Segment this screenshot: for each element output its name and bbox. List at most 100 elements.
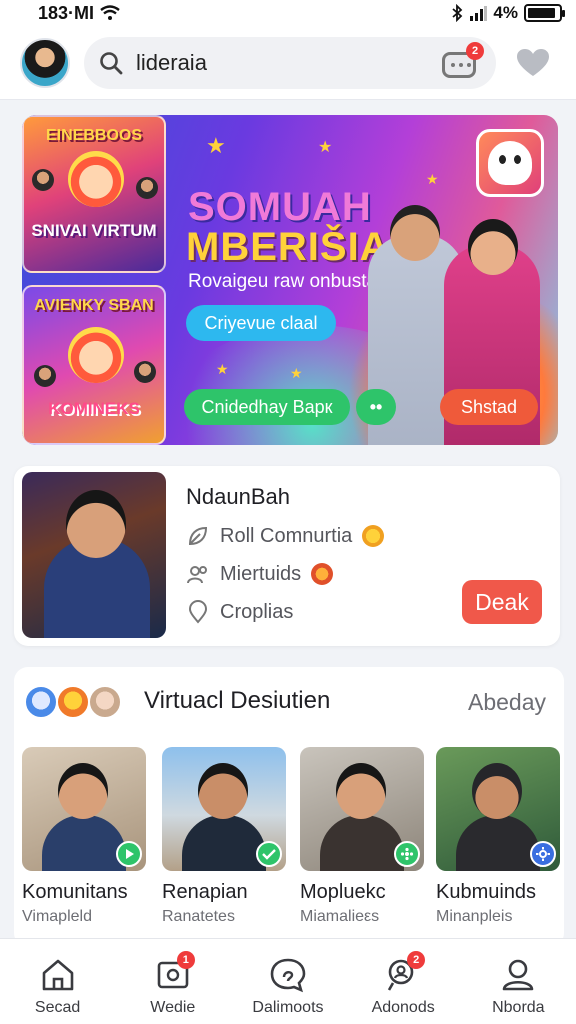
feature-row: Miertuids <box>186 562 334 586</box>
community-card[interactable]: Kubmuinds Minanpleis <box>436 747 560 926</box>
app-header: lideraia 2 <box>0 26 576 100</box>
bottom-nav: Secad 1 Wedie Dalimoots 2 Adonods Nborda <box>0 938 576 1024</box>
person-image <box>134 361 156 383</box>
face-image <box>66 490 126 558</box>
battery-fill <box>528 8 555 18</box>
promo-thumb-top[interactable]: EINEBBOOS SNIVAI VIRTUM <box>22 115 166 273</box>
mascot-image <box>68 151 124 207</box>
avatar <box>56 685 90 719</box>
messages-badge: 2 <box>466 41 484 60</box>
nav-item-media[interactable]: 1 Wedie <box>123 951 223 1017</box>
face-image <box>336 763 386 819</box>
avatar <box>24 685 58 719</box>
bluetooth-icon <box>452 4 463 22</box>
battery-percent: 4% <box>493 3 518 22</box>
thumb-subtitle: KOMINEKS <box>48 399 140 418</box>
card-photo <box>436 747 560 871</box>
messages-button[interactable]: 2 <box>442 41 484 78</box>
person-image <box>456 815 540 871</box>
promo-banner[interactable]: EINEBBOOS SNIVAI VIRTUM AVIENKY SBAN KOM… <box>22 115 558 445</box>
person-image <box>320 815 404 871</box>
deak-button[interactable]: Deak <box>462 580 542 624</box>
nav-label: Wedie <box>150 999 196 1016</box>
person-image <box>42 815 126 871</box>
nav-label: Secad <box>34 999 81 1016</box>
search-query: lideraia <box>136 49 207 75</box>
community-card[interactable]: Mopluekc Miamalieεs <box>300 747 424 926</box>
face-image <box>472 763 522 819</box>
face-image <box>198 763 248 819</box>
promo-secondary-button[interactable]: Cnidedhay Bapк <box>184 389 350 425</box>
signal-icon <box>470 6 488 21</box>
community-card[interactable]: Renapian Ranatetes <box>162 747 286 926</box>
pin-icon <box>188 600 208 624</box>
balloon-icon <box>311 563 334 585</box>
feature-label: Roll Comnurtia <box>220 524 353 547</box>
card-subtitle: Vimapleld <box>22 908 92 925</box>
search-input[interactable]: lideraia 2 <box>84 36 496 89</box>
start-button[interactable]: Shstad <box>440 389 538 425</box>
star-icon: ★ <box>318 139 333 156</box>
mascot-image <box>68 327 124 383</box>
card-subtitle: Ranatetes <box>162 908 235 925</box>
search-icon <box>100 51 123 74</box>
thumb-title: AVIENKY SBAN <box>34 297 154 314</box>
heart-icon[interactable] <box>516 48 550 78</box>
avatar <box>88 685 122 719</box>
section-see-all-link[interactable]: Abeday <box>468 689 546 716</box>
star-icon: ★ <box>290 365 303 381</box>
star-icon: ★ <box>426 171 439 187</box>
star-icon: ★ <box>216 361 229 377</box>
nav-badge: 1 <box>176 951 195 969</box>
person-image <box>182 815 266 871</box>
nav-label: Nborda <box>492 999 545 1016</box>
thumb-subtitle: SNIVAI VIRTUM <box>31 221 157 240</box>
card-title: Mopluekc <box>300 881 386 903</box>
thumb-title: EINEBBOOS <box>45 127 142 144</box>
section-title: Virtuacl Desiutien <box>144 687 331 714</box>
feature-label: Croplias <box>220 600 294 623</box>
leaf-icon <box>188 526 208 546</box>
ghost-icon <box>488 141 532 185</box>
check-icon[interactable] <box>256 841 282 867</box>
card-photo <box>162 747 286 871</box>
person-image <box>34 365 56 387</box>
card-subtitle: Miamalieεs <box>300 908 380 925</box>
community-card[interactable]: Komunitans Vimapleld <box>22 747 146 926</box>
emoji-icon <box>362 525 385 547</box>
promo-headline: MBERIŠIA <box>186 225 390 269</box>
avatar[interactable] <box>20 37 70 88</box>
nav-item-discover[interactable]: 2 Adonods <box>353 951 453 1017</box>
feature-label: Miertuids <box>220 562 302 585</box>
promo-headline: SOMUAH <box>188 185 372 229</box>
promo-thumb-bottom[interactable]: AVIENKY SBAN KOMINEKS <box>22 285 166 445</box>
featured-card[interactable]: NdaunBah Roll Comnurtia Miertuids Cropli… <box>14 466 560 646</box>
wifi-icon <box>100 5 120 20</box>
person-image <box>32 169 54 191</box>
nav-item-home[interactable]: Secad <box>8 955 108 1017</box>
nav-label: Dalimoots <box>252 999 324 1016</box>
profile-icon <box>503 959 534 991</box>
chat-bubble-icon <box>270 958 306 993</box>
more-options-button[interactable]: •• <box>356 389 396 425</box>
card-list: Komunitans Vimapleld Renapian Ranatetes <box>22 747 562 947</box>
play-icon[interactable] <box>116 841 142 867</box>
card-subtitle: Minanpleis <box>436 908 513 925</box>
virtual-section: Virtuacl Desiutien Abeday Komunitans Vim… <box>14 667 564 947</box>
star-icon: ★ <box>206 133 226 158</box>
face-image <box>468 219 518 275</box>
home-icon <box>42 959 73 991</box>
card-title: Komunitans <box>22 881 128 903</box>
settings-icon[interactable] <box>530 841 556 867</box>
card-title: Kubmuinds <box>436 881 537 903</box>
featured-name: NdaunBah <box>186 484 290 509</box>
promo-caption: Rovaigeu raw onbustah <box>188 271 388 292</box>
ghost-app-icon[interactable] <box>476 129 544 197</box>
nav-item-chats[interactable]: Dalimoots <box>238 955 338 1017</box>
promo-primary-button[interactable]: Criyevue claal <box>186 305 336 341</box>
nav-label: Adonods <box>371 999 435 1016</box>
nav-item-profile[interactable]: Nborda <box>468 955 568 1017</box>
avatar-stack <box>24 685 122 719</box>
flower-icon[interactable] <box>394 841 420 867</box>
feature-row: Roll Comnurtia <box>186 524 385 548</box>
